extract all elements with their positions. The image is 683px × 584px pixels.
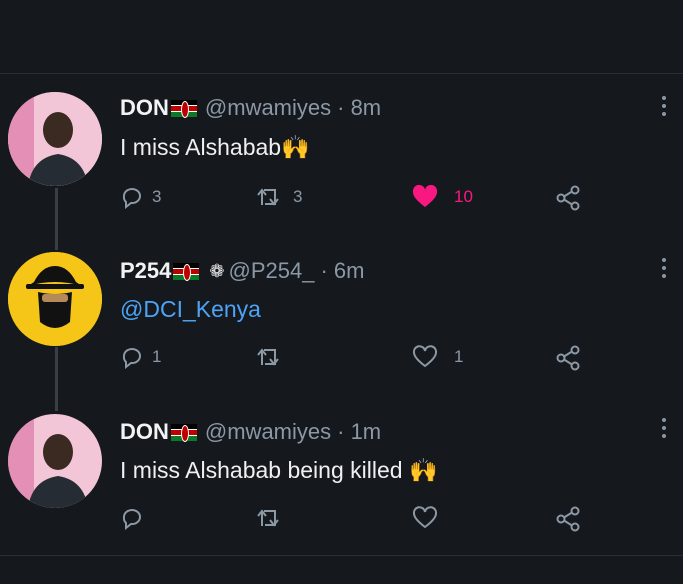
tweet-1[interactable]: DON @mwamiyes · 8m I miss Alshabab🙌 3 3 … bbox=[0, 90, 683, 220]
like-button[interactable]: 1 bbox=[412, 345, 463, 369]
like-button[interactable]: 10 bbox=[412, 185, 473, 209]
tweet-text-body: I miss Alshabab being killed bbox=[120, 457, 403, 483]
tweet-text-body: I miss Alshabab bbox=[120, 134, 282, 160]
verified-flower-icon: ❁ bbox=[209, 260, 225, 281]
top-bar bbox=[0, 0, 683, 74]
reply-icon bbox=[122, 188, 141, 209]
reply-count: 3 bbox=[152, 187, 162, 206]
heart-icon bbox=[412, 185, 438, 207]
mention-link[interactable]: @DCI_Kenya bbox=[120, 296, 261, 323]
retweet-button[interactable]: 3 bbox=[255, 185, 302, 209]
avatar-don[interactable] bbox=[8, 414, 102, 508]
heart-icon bbox=[412, 345, 438, 368]
kenya-flag-icon bbox=[170, 423, 197, 442]
retweet-icon bbox=[257, 188, 279, 206]
tweet-header: DON @mwamiyes · 8m bbox=[120, 95, 381, 121]
tweet-2[interactable]: P254 ❁ @P254_ · 6m @DCI_Kenya 1 1 bbox=[0, 252, 683, 384]
raised-hands-emoji: 🙌 bbox=[408, 457, 438, 483]
raised-hands-emoji: 🙌 bbox=[281, 134, 310, 160]
like-count: 1 bbox=[454, 347, 464, 366]
tweet-text: I miss Alshabab being killed 🙌 bbox=[120, 457, 438, 484]
retweet-icon bbox=[257, 509, 279, 527]
reply-icon bbox=[122, 348, 141, 369]
kenya-flag-icon bbox=[170, 99, 197, 118]
reply-count: 1 bbox=[152, 347, 162, 366]
kenya-flag-icon bbox=[173, 262, 200, 281]
share-icon bbox=[556, 506, 580, 532]
reply-icon bbox=[122, 509, 141, 530]
tweet-header: P254 ❁ @P254_ · 6m bbox=[120, 258, 364, 284]
reply-button[interactable] bbox=[120, 506, 152, 530]
display-name[interactable]: DON bbox=[120, 419, 169, 445]
timestamp[interactable]: · 6m bbox=[320, 258, 364, 284]
share-button[interactable] bbox=[556, 185, 582, 211]
more-icon[interactable] bbox=[660, 418, 668, 442]
share-icon bbox=[556, 185, 580, 211]
retweet-count: 3 bbox=[293, 187, 303, 206]
retweet-icon bbox=[257, 348, 279, 366]
tweet-header: DON @mwamiyes · 1m bbox=[120, 419, 381, 445]
avatar-p254[interactable] bbox=[8, 252, 102, 346]
share-button[interactable] bbox=[556, 345, 582, 371]
reply-button[interactable]: 3 bbox=[120, 185, 161, 209]
tweet-actions bbox=[120, 506, 600, 536]
heart-icon bbox=[412, 506, 438, 529]
timestamp[interactable]: · 8m bbox=[337, 95, 381, 121]
retweet-button[interactable] bbox=[255, 506, 293, 530]
avatar-don[interactable] bbox=[8, 92, 102, 186]
tweet-text: I miss Alshabab🙌 bbox=[120, 134, 310, 161]
display-name[interactable]: P254 bbox=[120, 258, 171, 284]
tweet-actions: 3 3 10 bbox=[120, 185, 600, 215]
display-name[interactable]: DON bbox=[120, 95, 169, 121]
timestamp[interactable]: · 1m bbox=[337, 419, 381, 445]
retweet-button[interactable] bbox=[255, 345, 293, 369]
user-handle[interactable]: @mwamiyes bbox=[205, 419, 331, 445]
more-icon[interactable] bbox=[660, 258, 668, 282]
tweet-actions: 1 1 bbox=[120, 345, 600, 375]
user-handle[interactable]: @P254_ bbox=[228, 258, 314, 284]
more-icon[interactable] bbox=[660, 96, 668, 120]
share-button[interactable] bbox=[556, 506, 582, 532]
like-count: 10 bbox=[454, 187, 473, 206]
share-icon bbox=[556, 345, 580, 371]
reply-button[interactable]: 1 bbox=[120, 345, 161, 369]
tweet-3[interactable]: DON @mwamiyes · 1m I miss Alshabab being… bbox=[0, 412, 683, 547]
user-handle[interactable]: @mwamiyes bbox=[205, 95, 331, 121]
bottom-divider bbox=[0, 555, 683, 584]
like-button[interactable] bbox=[412, 506, 446, 530]
